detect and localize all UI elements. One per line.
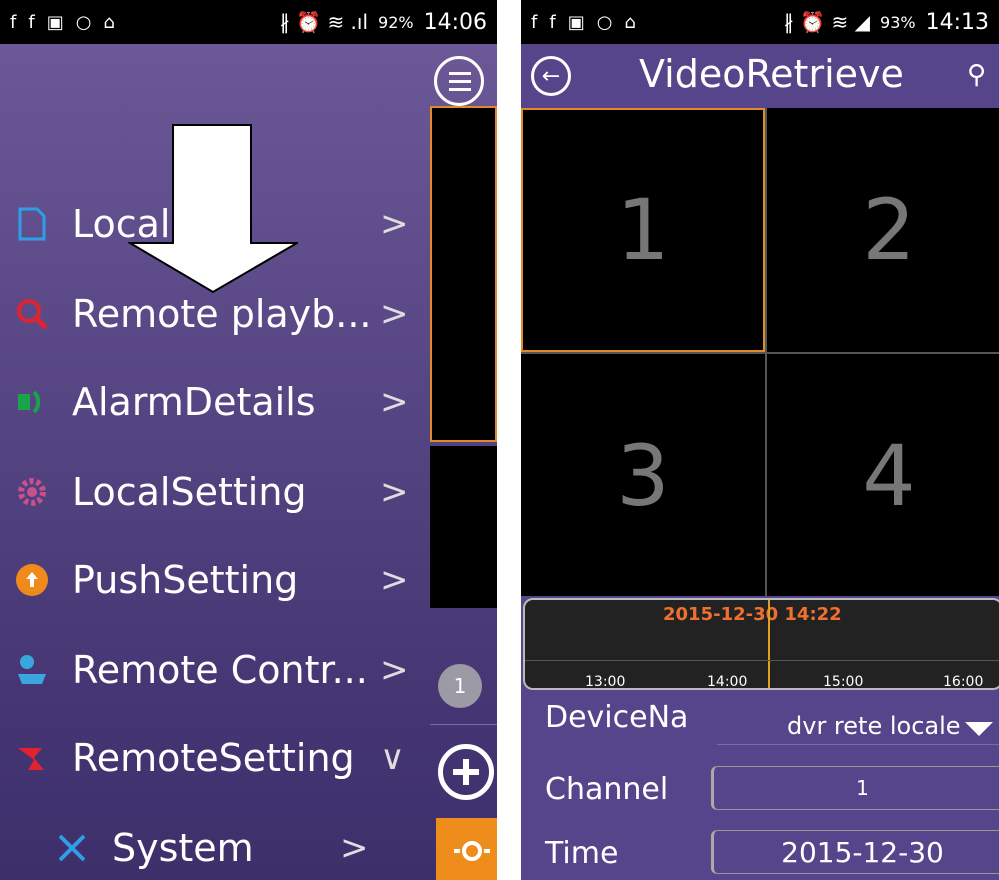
- right-screenshot: f f ▣ ○ ⌂ ∦ ⏰ ≋ ◢ 93% 14:13 ← VideoRetri…: [521, 0, 999, 880]
- menu-item-local-setting[interactable]: LocalSetting >: [0, 462, 420, 522]
- facebook-icon: f: [549, 11, 556, 33]
- divider: [430, 724, 497, 725]
- remote-setting-icon: [12, 738, 52, 778]
- notification-icons: f f ▣ ○ ⌂: [531, 12, 636, 33]
- tools-icon: [52, 828, 92, 868]
- timeline-timestamp: 2015-12-30 14:22: [663, 604, 842, 625]
- clock: 14:06: [423, 9, 487, 35]
- image-icon: ▣: [46, 11, 64, 33]
- battery-level: 93%: [880, 12, 916, 32]
- left-screenshot: f f ▣ ○ ⌂ ∦ ⏰ ≋ .ıl 92% 14:06 Local > Re…: [0, 0, 497, 880]
- back-arrow-icon[interactable]: ←: [531, 56, 571, 96]
- timeline-axis: [525, 660, 999, 661]
- device-count-badge: 1: [438, 664, 482, 708]
- search-icon[interactable]: ⚲: [967, 60, 986, 90]
- menu-item-label: PushSetting: [72, 558, 299, 602]
- channel-field[interactable]: 1: [711, 766, 999, 810]
- chevron-right-icon: >: [380, 560, 409, 600]
- facebook-icon: f: [531, 11, 538, 33]
- chevron-down-icon: ∨: [380, 738, 405, 778]
- search-icon: [12, 294, 52, 334]
- list-menu-icon[interactable]: [434, 56, 484, 106]
- submenu-item-system[interactable]: System >: [40, 818, 460, 878]
- device-label: DeviceNa: [545, 700, 689, 735]
- menu-item-label: Remote playb...: [72, 292, 372, 336]
- circle-icon: ○: [75, 11, 92, 33]
- menu-item-label: Remote Contr...: [72, 648, 368, 692]
- push-icon: [12, 560, 52, 600]
- camera-icon: [12, 650, 52, 690]
- menu-item-label: RemoteSetting: [72, 736, 355, 780]
- video-cell-3[interactable]: 3: [521, 354, 765, 598]
- menu-item-label: AlarmDetails: [72, 380, 316, 424]
- device-select[interactable]: dvr rete locale: [787, 712, 961, 740]
- facebook-icon: f: [28, 11, 35, 33]
- video-preview[interactable]: [430, 446, 497, 608]
- video-cell-2[interactable]: 2: [767, 108, 999, 352]
- chevron-right-icon: >: [380, 382, 409, 422]
- status-bar: f f ▣ ○ ⌂ ∦ ⏰ ≋ ◢ 93% 14:13: [521, 0, 999, 44]
- notification-icons: f f ▣ ○ ⌂: [10, 12, 115, 33]
- circle-icon: ○: [596, 11, 613, 33]
- menu-item-label: System: [112, 826, 254, 870]
- chevron-right-icon: >: [380, 204, 409, 244]
- down-arrow-annotation: [128, 124, 298, 294]
- menu-item-remote-setting[interactable]: RemoteSetting ∨: [0, 728, 420, 788]
- facebook-icon: f: [10, 11, 17, 33]
- menu-item-remote-control[interactable]: Remote Contr... >: [0, 640, 420, 700]
- app-header: ← VideoRetrieve ⚲: [521, 44, 999, 108]
- menu-item-alarm-details[interactable]: AlarmDetails >: [0, 372, 420, 432]
- timeline-tick: 13:00: [585, 674, 626, 690]
- grid-divider: [521, 352, 999, 354]
- camera-icon: [454, 841, 490, 861]
- chevron-right-icon: >: [340, 828, 369, 868]
- divider: [717, 744, 999, 745]
- timeline-tick: 16:00: [943, 674, 984, 690]
- timeline-tick: 15:00: [823, 674, 864, 690]
- add-icon[interactable]: [438, 744, 494, 800]
- time-field[interactable]: 2015-12-30: [711, 830, 999, 874]
- chevron-right-icon: >: [380, 294, 409, 334]
- menu-item-label: LocalSetting: [72, 470, 307, 514]
- playback-timeline[interactable]: 2015-12-30 14:22 13:00 14:00 15:00 16:00: [523, 598, 999, 690]
- alarm-icon: [12, 382, 52, 422]
- chevron-right-icon: >: [380, 472, 409, 512]
- gear-icon: [12, 472, 52, 512]
- timeline-cursor[interactable]: [768, 600, 770, 688]
- menu-item-push-setting[interactable]: PushSetting >: [0, 550, 420, 610]
- system-status-icons: ∦ ⏰ ≋ ◢: [783, 10, 871, 34]
- timeline-tick: 14:00: [707, 674, 748, 690]
- time-label: Time: [545, 836, 619, 871]
- video-preview-selected[interactable]: [430, 106, 497, 442]
- clock: 14:13: [925, 9, 989, 35]
- video-cell-1[interactable]: 1: [521, 108, 765, 352]
- page-title: VideoRetrieve: [639, 52, 904, 96]
- bag-icon: ⌂: [103, 11, 115, 33]
- file-icon: [12, 204, 52, 244]
- battery-level: 92%: [378, 12, 414, 32]
- video-cell-4[interactable]: 4: [767, 354, 999, 598]
- image-icon: ▣: [567, 11, 585, 33]
- system-status-icons: ∦ ⏰ ≋ .ıl: [279, 10, 369, 34]
- snapshot-button[interactable]: [436, 818, 497, 880]
- bag-icon: ⌂: [624, 11, 636, 33]
- chevron-right-icon: >: [380, 650, 409, 690]
- channel-label: Channel: [545, 772, 669, 807]
- status-bar: f f ▣ ○ ⌂ ∦ ⏰ ≋ .ıl 92% 14:06: [0, 0, 497, 44]
- chevron-down-icon[interactable]: [965, 722, 993, 736]
- video-grid: 1 2 3 4: [521, 108, 999, 596]
